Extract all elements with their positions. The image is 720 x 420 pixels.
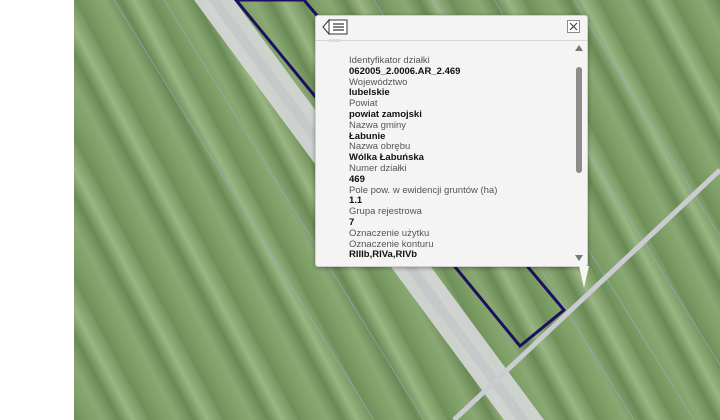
map-view[interactable]: Identyfikator działki 062005_2.0006.AR_2…	[74, 0, 720, 420]
field-label: Oznaczenie użytku	[349, 227, 430, 239]
parcel-info-popup: Identyfikator działki 062005_2.0006.AR_2…	[315, 15, 588, 267]
active-tab-indicator	[329, 39, 341, 42]
scroll-down-icon[interactable]	[575, 255, 583, 261]
field-value: 062005_2.0006.AR_2.469	[349, 65, 461, 77]
scroll-thumb[interactable]	[576, 67, 582, 173]
field-label: Nazwa gminy	[349, 119, 407, 131]
field-label: Pole pow. w ewidencji gruntów (ha)	[349, 184, 498, 196]
field-label: Numer działki	[349, 162, 407, 174]
close-icon	[569, 22, 578, 31]
scrollbar[interactable]	[574, 43, 584, 263]
list-button[interactable]	[322, 19, 348, 35]
field-value: RIIIb,RIVa,RIVb	[349, 249, 418, 261]
field-value: 469	[349, 173, 365, 185]
field-value: lubelskie	[349, 87, 390, 99]
scroll-up-icon[interactable]	[575, 45, 583, 51]
parcel-attributes: Identyfikator działki 062005_2.0006.AR_2…	[349, 56, 569, 263]
popup-header	[316, 16, 587, 41]
close-button[interactable]	[567, 20, 580, 33]
list-icon	[322, 19, 348, 35]
popup-pointer	[579, 266, 589, 288]
field-label: Grupa rejestrowa	[349, 206, 422, 218]
